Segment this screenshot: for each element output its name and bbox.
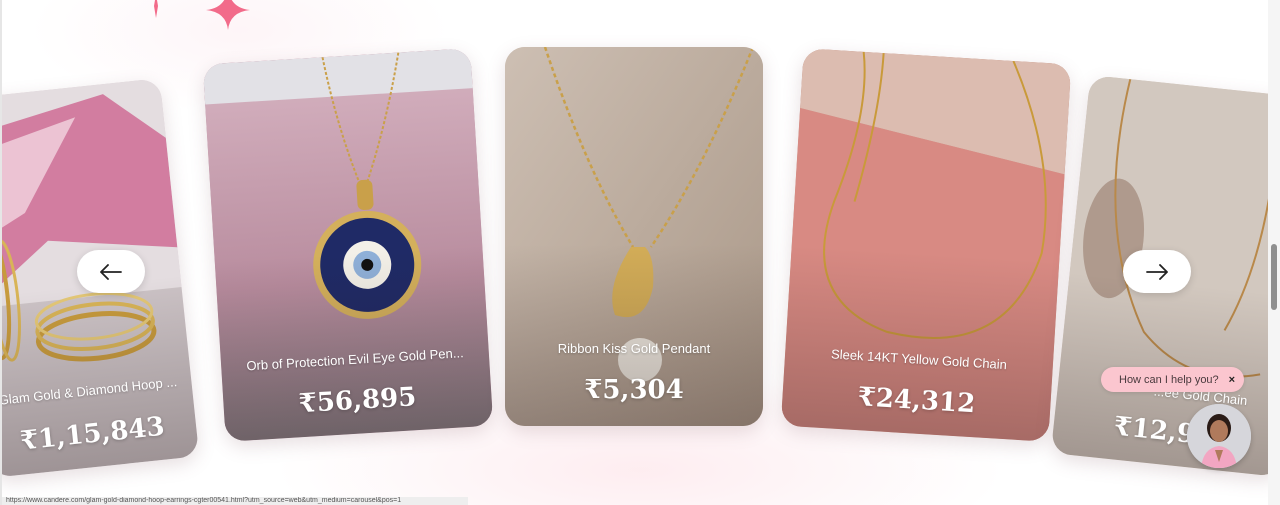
scrollbar-thumb[interactable] [1271,244,1277,310]
close-icon[interactable]: × [1229,374,1235,386]
product-card[interactable]: Orb of Protection Evil Eye Gold Pen... ₹… [202,48,494,442]
product-price: ₹5,304 [584,375,684,405]
carousel-next-button[interactable] [1123,250,1191,293]
product-card[interactable]: Sleek 14KT Yellow Gold Chain ₹24,312 [780,48,1072,442]
arrow-left-icon [100,263,122,280]
chat-prompt-text: How can I help you? [1119,373,1219,386]
assistant-avatar[interactable] [1187,404,1251,468]
assistant-avatar-image [1187,404,1251,468]
status-url-bar: https://www.candere.com/glam-gold-diamon… [2,497,468,505]
chat-prompt-bubble[interactable]: How can I help you? × [1101,367,1244,392]
product-carousel: Glam Gold & Diamond Hoop ... ₹1,15,843 O… [2,0,1268,505]
product-card[interactable]: Ribbon Kiss Gold Pendant ₹5,304 [505,47,763,426]
carousel-prev-button[interactable] [77,250,145,293]
product-name: Ribbon Kiss Gold Pendant [557,341,711,356]
arrow-right-icon [1146,263,1168,280]
